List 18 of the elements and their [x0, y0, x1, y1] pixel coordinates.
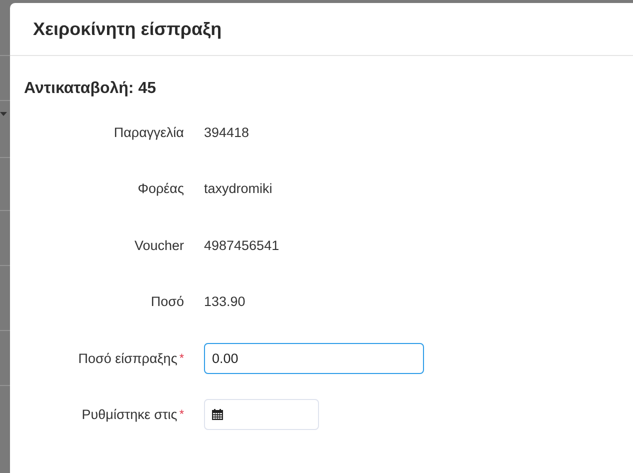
field-value: 4987456541: [204, 238, 280, 253]
field-value: taxydromiki: [204, 181, 274, 196]
required-mark: *: [179, 407, 184, 422]
field-value: 133.90: [204, 294, 246, 310]
field-label: Ποσό είσπραξης: [78, 350, 178, 366]
field-value: 394418: [204, 124, 250, 140]
field-label: Ρυθμίστηκε στις: [82, 407, 178, 422]
amount-input[interactable]: 0.00: [204, 342, 424, 374]
field-label: Φορέας: [136, 181, 184, 196]
field-label: Ποσό: [150, 294, 184, 310]
date-input[interactable]: [204, 399, 319, 430]
field-label: Voucher: [133, 238, 184, 253]
caret-icon: [0, 112, 7, 116]
section-heading: Αντικαταβολή: 45: [24, 80, 157, 98]
dialog-title: Χειροκίνητη είσπραξη: [33, 18, 222, 40]
calendar-icon: [212, 409, 223, 420]
field-label: Παραγγελία: [112, 124, 184, 140]
required-mark: *: [179, 350, 184, 365]
